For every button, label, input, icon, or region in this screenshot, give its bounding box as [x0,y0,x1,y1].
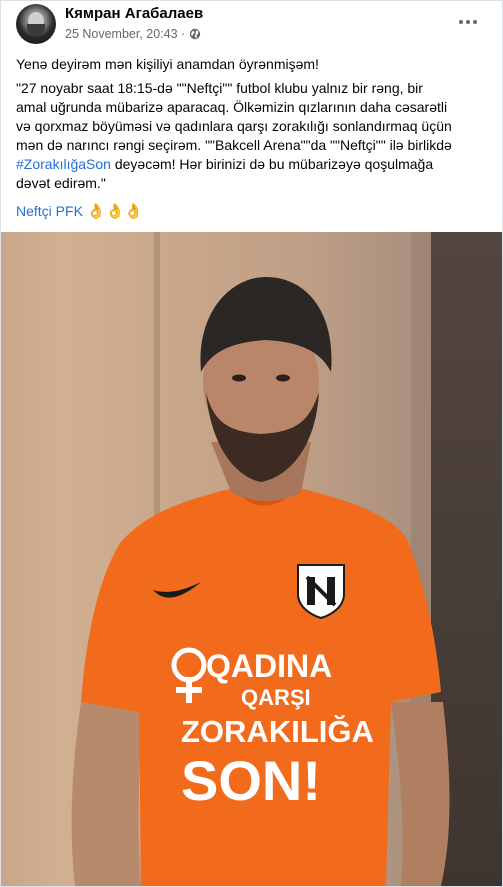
more-dot [473,20,477,24]
more-horizontal-icon [459,20,463,24]
post-video[interactable]: QADINA QARŞI ZORAKILIĞA SON! [1,232,502,886]
post-text-line: və qorxmaz böyüməsi və qadınlara qarşı z… [16,118,452,134]
post-text-line-with-hashtag: #ZorakılığaSon deyəcəm! Hər birinizi də … [16,155,486,174]
shirt-text-line-3: ZORAKILIĞA [181,714,374,749]
avatar-beard [27,24,45,36]
more-options-button[interactable] [455,13,481,31]
post-text-line: mən də narıncı rəngi seçirəm. ""Bakcell … [16,137,452,153]
shirt-text-line-2: QARŞI [241,685,311,710]
hashtag-link[interactable]: #ZorakılığaSon [16,156,111,172]
author-avatar[interactable] [16,4,56,44]
post-text-line: dəvət edirəm." [16,175,106,191]
post-paragraph-3: Neftçi PFK 👌👌👌 [16,202,486,221]
post-paragraph-1: Yenə deyirəm mən kişiliyi anamdan öyrənm… [16,56,319,72]
post-text-segment: deyəcəm! Hər birinizi də bu mübarizəyə q… [110,156,434,172]
post-paragraph-2: "27 noyabr saat 18:15-də ""Neftçi"" futb… [16,79,486,193]
post-meta: 25 November, 20:43 · [65,27,201,41]
man-in-orange-shirt: QADINA QARŞI ZORAKILIĞA SON! [71,277,450,886]
more-dot [466,20,470,24]
post-text-line: "27 noyabr saat 18:15-də ""Neftçi"" futb… [16,80,423,96]
post-text-line: amal uğrunda mübarizə aparacaq. Ölkəmizi… [16,99,448,115]
globe-icon[interactable] [189,28,201,40]
post-card: Кямран Агабалаев 25 November, 20:43 · Ye… [0,0,503,887]
post-timestamp[interactable]: 25 November, 20:43 · [65,27,185,41]
ok-hand-emojis: 👌👌👌 [86,203,143,220]
shirt-text-line-1: QADINA [206,648,332,684]
author-name[interactable]: Кямран Агабалаев [65,5,203,22]
page-mention-link[interactable]: Neftçi PFK [16,203,83,219]
shirt-text-line-4: SON! [181,749,321,812]
